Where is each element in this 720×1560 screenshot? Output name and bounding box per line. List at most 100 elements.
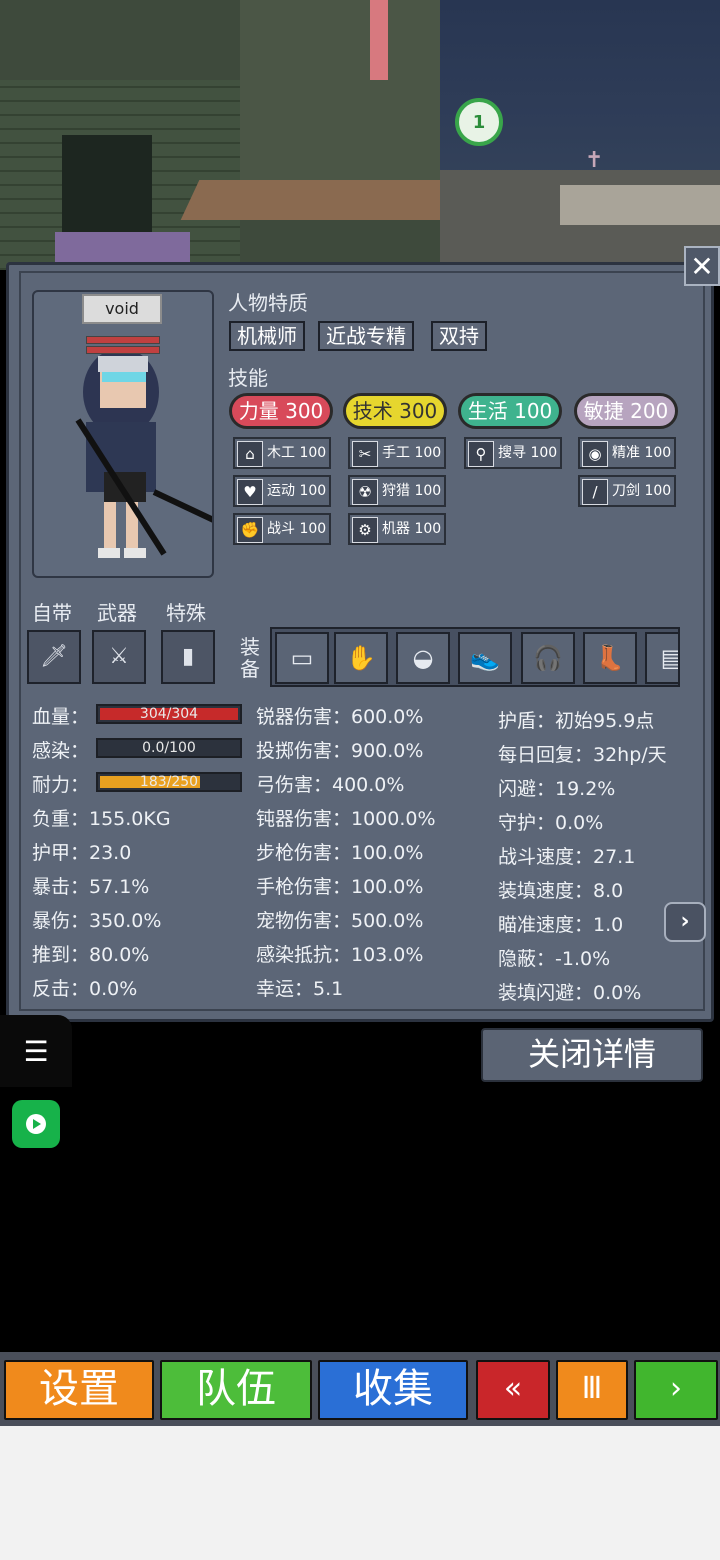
forward-button[interactable]: › <box>634 1360 718 1420</box>
skill-label: 狩猎 100 <box>382 483 442 499</box>
equip-slot[interactable]: 👢 <box>583 632 637 684</box>
innate-label: 自带 <box>32 601 72 625</box>
stat-bar-text: 304/304 <box>139 706 199 722</box>
defense-stat: 护盾：初始95.9点 <box>498 710 655 732</box>
side-menu-tab[interactable]: ☰ <box>0 1015 72 1087</box>
stat-bar: 0.0/100 <box>96 738 242 758</box>
damage-stat: 手枪伤害：100.0% <box>256 876 424 898</box>
skill-item[interactable]: ☢ 狩猎 100 <box>348 475 446 507</box>
settings-button[interactable]: 设置 <box>4 1360 154 1420</box>
character-name: void <box>82 294 162 324</box>
scissors-icon: ✂ <box>352 441 378 467</box>
trait-tag[interactable]: 双持 <box>431 321 487 351</box>
pink-pipe <box>370 0 388 80</box>
weapon-slot[interactable]: ⚔ <box>92 630 146 684</box>
knife-icon: 🗡 <box>40 644 68 669</box>
skill-item[interactable]: ⚲ 搜寻 100 <box>464 437 562 469</box>
backpack-icon: ▤ <box>661 644 678 672</box>
system-nav-area <box>0 1426 720 1560</box>
skill-item[interactable]: / 刀剑 100 <box>578 475 676 507</box>
stat-bar: 183/250 <box>96 772 242 792</box>
sneaker-icon: 👟 <box>470 644 500 672</box>
equip-label: 装备 <box>240 635 260 681</box>
skill-item[interactable]: ⚙ 机器 100 <box>348 513 446 545</box>
gear-icon: ⚙ <box>352 517 378 543</box>
location-marker[interactable]: 1 <box>455 98 503 146</box>
equip-slot[interactable]: 👟 <box>458 632 512 684</box>
close-detail-button[interactable]: 关闭详情 <box>481 1028 703 1082</box>
damage-stat: 投掷伤害：900.0% <box>256 740 424 762</box>
pause-button[interactable]: Ⅲ <box>556 1360 628 1420</box>
character-portrait <box>32 290 224 578</box>
defense-stat: 装填闪避：0.0% <box>498 982 642 1004</box>
stat-text: 护甲：23.0 <box>32 842 132 864</box>
equip-slot[interactable]: ▤ <box>645 632 678 684</box>
heart-icon: ♥ <box>237 479 263 505</box>
equipment-strip[interactable]: ▭ ✋ ◒ 👟 🎧 👢 ▤ <box>270 627 680 687</box>
attribute-life[interactable]: 生活 100 <box>458 393 562 429</box>
attribute-strength[interactable]: 力量 300 <box>229 393 333 429</box>
skill-label: 搜寻 100 <box>498 445 558 461</box>
boots-icon: 👢 <box>595 644 625 672</box>
headphones-icon: 🎧 <box>533 644 563 672</box>
defense-stat: 瞄准速度：1.0 <box>498 914 624 936</box>
eye-icon: ◉ <box>582 441 608 467</box>
damage-stat: 锐器伤害：600.0% <box>256 706 424 728</box>
weapon-label: 武器 <box>97 601 137 625</box>
innate-slot[interactable]: 🗡 <box>27 630 81 684</box>
stat-label: 感染： <box>32 740 90 762</box>
portrait-hp-bar-2 <box>86 346 160 354</box>
stat-bar: 304/304 <box>96 704 242 724</box>
skill-item[interactable]: ✂ 手工 100 <box>348 437 446 469</box>
stat-text: 暴击：57.1% <box>32 876 150 898</box>
skill-label: 精准 100 <box>612 445 672 461</box>
defense-stat: 战斗速度：27.1 <box>498 846 636 868</box>
damage-stat: 弓伤害：400.0% <box>256 774 405 796</box>
gloves-icon: ✋ <box>346 644 376 672</box>
skills-title: 技能 <box>228 366 268 390</box>
stat-bar-text: 0.0/100 <box>142 740 196 756</box>
team-button[interactable]: 队伍 <box>160 1360 312 1420</box>
special-slot[interactable]: ▮ <box>161 630 215 684</box>
skill-item[interactable]: ⌂ 木工 100 <box>233 437 331 469</box>
damage-stat: 幸运：5.1 <box>256 978 344 1000</box>
magnifier-icon: ⚲ <box>468 441 494 467</box>
blade-icon: / <box>582 479 608 505</box>
attribute-agility[interactable]: 敏捷 200 <box>574 393 678 429</box>
stat-text: 暴伤：350.0% <box>32 910 162 932</box>
rewind-button[interactable]: « <box>476 1360 550 1420</box>
attribute-technique[interactable]: 技术 300 <box>343 393 447 429</box>
damage-stat: 步枪伤害：100.0% <box>256 842 424 864</box>
skill-item[interactable]: ◉ 精准 100 <box>578 437 676 469</box>
next-page-arrow[interactable]: › <box>664 902 706 942</box>
stat-text: 反击：0.0% <box>32 978 138 1000</box>
house-icon: ⌂ <box>237 441 263 467</box>
stat-text: 推到：80.0% <box>32 944 150 966</box>
defense-stat: 隐蔽：-1.0% <box>498 948 611 970</box>
portrait-hp-bar <box>86 336 160 344</box>
fist-icon: ✊ <box>237 517 263 543</box>
equip-slot[interactable]: ▭ <box>275 632 329 684</box>
equip-slot[interactable]: ◒ <box>396 632 450 684</box>
game-scene-background: ✝ 1 <box>0 0 720 270</box>
equip-slot[interactable]: ✋ <box>334 632 388 684</box>
building-wall <box>240 0 440 200</box>
canister-icon: ▮ <box>181 644 195 669</box>
play-button[interactable] <box>12 1100 60 1148</box>
skill-item[interactable]: ✊ 战斗 100 <box>233 513 331 545</box>
close-icon[interactable]: ✕ <box>684 246 720 286</box>
skill-item[interactable]: ♥ 运动 100 <box>233 475 331 507</box>
trait-tag[interactable]: 机械师 <box>229 321 305 351</box>
equip-slot[interactable]: 🎧 <box>521 632 575 684</box>
skill-label: 手工 100 <box>382 445 442 461</box>
trait-tag[interactable]: 近战专精 <box>318 321 414 351</box>
church-cross-icon: ✝ <box>585 148 604 173</box>
defense-stat: 守护：0.0% <box>498 812 604 834</box>
collection-button[interactable]: 收集 <box>318 1360 468 1420</box>
cap-icon: ◒ <box>412 644 434 672</box>
damage-stat: 宠物伤害：500.0% <box>256 910 424 932</box>
skill-label: 刀剑 100 <box>612 483 672 499</box>
awning <box>180 180 460 220</box>
stat-bar-text: 183/250 <box>139 774 199 790</box>
play-icon <box>26 1114 46 1134</box>
